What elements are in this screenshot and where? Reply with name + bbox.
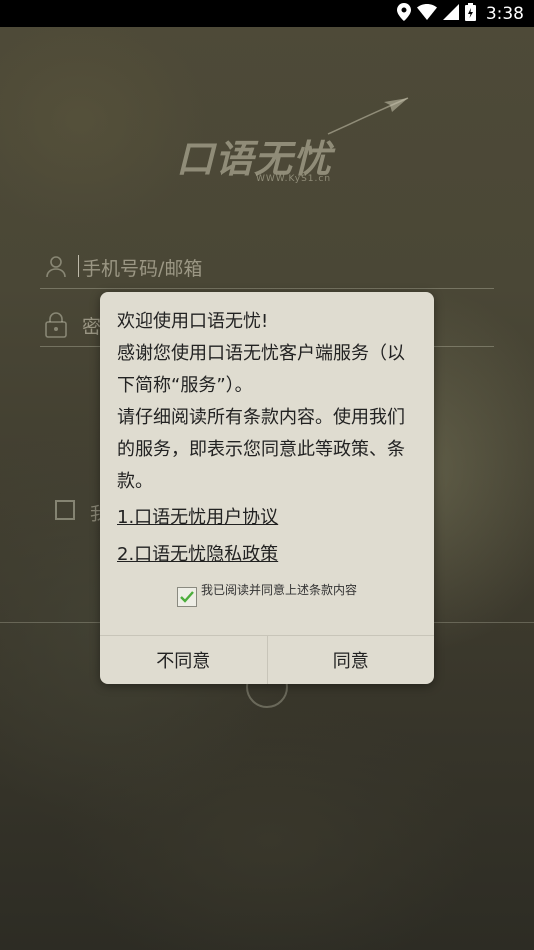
agree-checkbox[interactable] — [177, 587, 197, 607]
remember-checkbox[interactable] — [55, 500, 75, 520]
account-input-placeholder: 手机号码/邮箱 — [82, 258, 203, 280]
dialog-buttons: 不同意 同意 — [100, 635, 434, 684]
account-field[interactable]: 手机号码/邮箱 — [40, 242, 494, 289]
intro-paragraph: 感谢您使用口语无忧客户端服务（以下简称“服务”）。 — [117, 343, 405, 396]
status-bar: 3:38 — [0, 0, 534, 27]
signal-icon — [442, 3, 459, 24]
battery-icon — [464, 2, 476, 25]
paper-plane-icon — [327, 97, 409, 135]
location-icon — [396, 2, 411, 25]
agree-button[interactable]: 同意 — [268, 636, 435, 684]
checkmark-icon — [180, 591, 194, 603]
app-logo: 口语无忧 WWW.KyS1.cn — [176, 96, 416, 196]
agree-label: 我已阅读并同意上述条款内容 — [201, 583, 358, 597]
text-cursor — [78, 255, 79, 277]
logo-url-text: WWW.KyS1.cn — [256, 174, 332, 184]
login-screen: 3:38 口语无忧 WWW.KyS1.cn 手机号码/邮箱 密 我 欢迎使用口语… — [0, 0, 534, 950]
disagree-button[interactable]: 不同意 — [100, 636, 267, 684]
status-time: 3:38 — [485, 3, 524, 24]
terms-dialog: 欢迎使用口语无忧! 感谢您使用口语无忧客户端服务（以下简称“服务”）。 请仔细阅… — [100, 292, 434, 684]
privacy-policy-link[interactable]: 2.口语无忧隐私政策 — [117, 540, 278, 566]
terms-paragraph: 请仔细阅读所有条款内容。使用我们的服务，即表示您同意此等政策、条款。 — [117, 407, 405, 492]
user-agreement-link[interactable]: 1.口语无忧用户协议 — [117, 503, 278, 529]
dialog-body: 欢迎使用口语无忧! 感谢您使用口语无忧客户端服务（以下简称“服务”）。 请仔细阅… — [117, 306, 420, 498]
agree-row[interactable]: 我已阅读并同意上述条款内容 — [177, 583, 357, 607]
user-icon — [44, 254, 68, 282]
lock-icon — [44, 312, 68, 342]
welcome-text: 欢迎使用口语无忧! — [117, 311, 269, 332]
password-input-placeholder: 密 — [82, 316, 102, 338]
wifi-icon — [416, 3, 437, 24]
